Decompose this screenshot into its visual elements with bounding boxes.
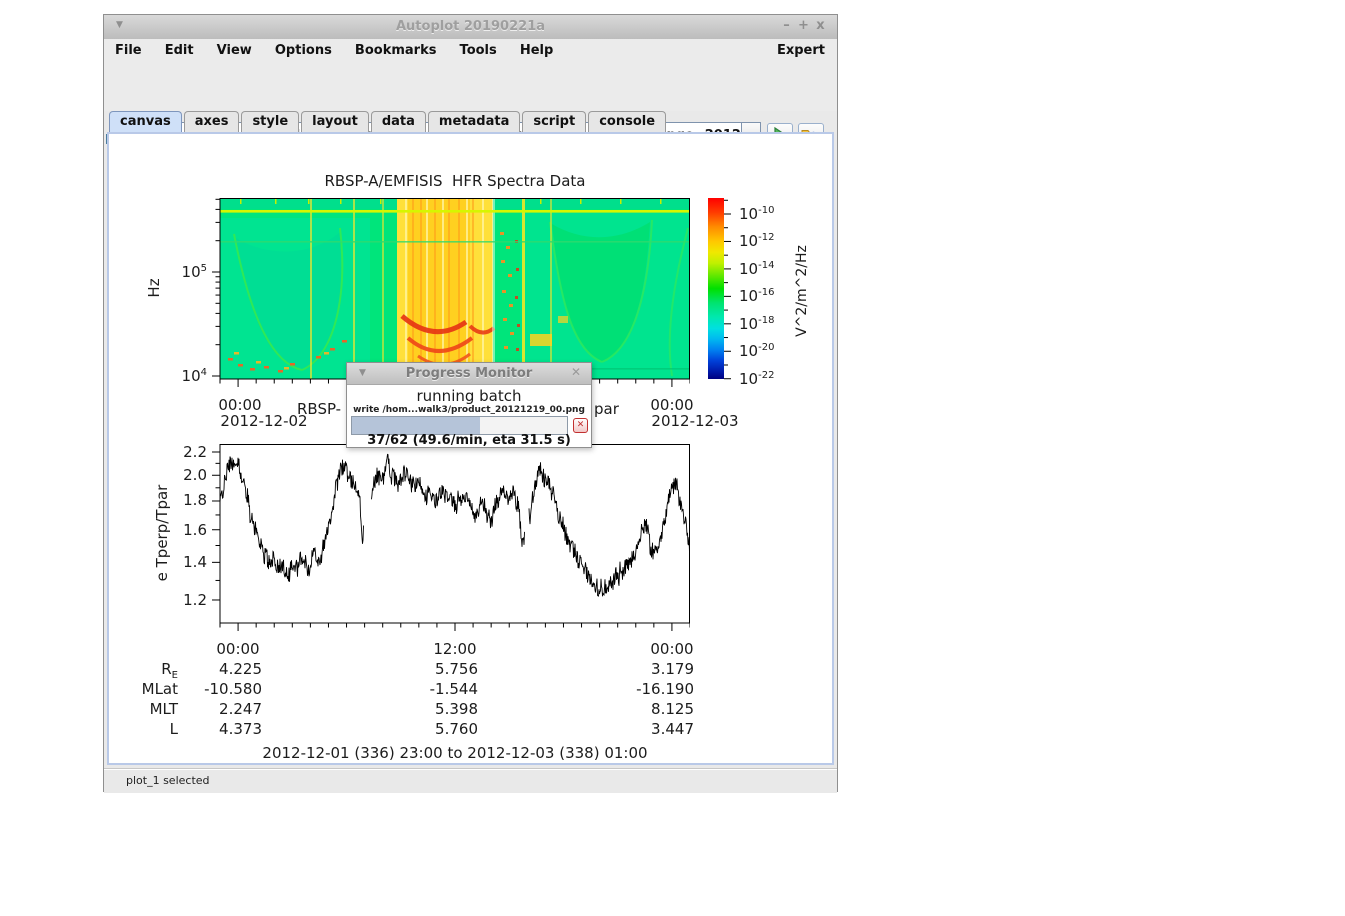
- tab-strip: canvasaxesstylelayoutdatametadatascriptc…: [104, 111, 837, 132]
- colorbar-tick-5: 10-20: [739, 342, 774, 360]
- status-bar: plot_1 selected: [104, 768, 837, 793]
- plot2-title-fragment-left: RBSP-: [297, 400, 341, 418]
- tab-console[interactable]: console: [588, 111, 666, 132]
- menu-tools[interactable]: Tools: [451, 39, 506, 62]
- maximize-button[interactable]: +: [795, 18, 812, 33]
- ephem-mlat-1: -10.580: [172, 680, 262, 698]
- spectrogram-ytick-1e5: 105: [167, 263, 207, 281]
- close-button[interactable]: x: [812, 18, 829, 33]
- tperp-tpar-trace: [220, 454, 690, 596]
- colorbar-tick-4: 10-18: [739, 315, 774, 333]
- colorbar-tick-3: 10-16: [739, 287, 774, 305]
- menu-edit[interactable]: Edit: [156, 39, 203, 62]
- ephem-re-3: 3.179: [604, 660, 694, 678]
- colorbar-tick-6: 10-22: [739, 370, 774, 388]
- progress-bar-fill: [352, 417, 480, 434]
- tab-style[interactable]: style: [241, 111, 299, 132]
- progress-task-label: running batch: [347, 387, 591, 405]
- spectrogram-image: [220, 198, 690, 379]
- ephem-mlt-1: 2.247: [172, 700, 262, 718]
- status-message: plot_1 selected: [126, 774, 210, 787]
- tab-data[interactable]: data: [371, 111, 426, 132]
- colorbar-ticks: [724, 200, 731, 378]
- ephem-l-2: 5.760: [388, 720, 478, 738]
- time-range-label: 2012-12-01 (336) 23:00 to 2012-12-03 (33…: [255, 744, 655, 762]
- spectrogram-ylabel: Hz: [146, 273, 162, 303]
- ts-ytick-5: 1.2: [167, 591, 207, 609]
- minimize-button[interactable]: –: [778, 18, 795, 33]
- spec-xdate-right: 2012-12-03: [643, 412, 747, 430]
- timeseries-plot[interactable]: [208, 444, 690, 636]
- tab-script[interactable]: script: [522, 111, 586, 132]
- tab-canvas[interactable]: canvas: [109, 111, 182, 132]
- ephem-l-1: 4.373: [172, 720, 262, 738]
- ts-ytick-2: 1.8: [167, 491, 207, 509]
- window-title: Autoplot 20190221a: [104, 19, 837, 34]
- tab-axes[interactable]: axes: [184, 111, 240, 132]
- dialog-close-icon[interactable]: ✕: [571, 365, 581, 379]
- uri-toolbar: a_rel04_ect-hope-mom-l3_$Y$m$d_v$(v,sep)…: [104, 62, 837, 111]
- ts-ytick-0: 2.2: [167, 443, 207, 461]
- expert-menu[interactable]: Expert: [771, 39, 831, 62]
- colorbar-label: V^2/m^2/Hz: [794, 236, 810, 346]
- progress-monitor-dialog[interactable]: ▼ Progress Monitor ✕ running batch write…: [346, 362, 592, 448]
- menu-options[interactable]: Options: [266, 39, 341, 62]
- colorbar-tick-2: 10-14: [739, 260, 774, 278]
- menu-file[interactable]: File: [106, 39, 151, 62]
- timeseries-frame: [220, 445, 690, 624]
- plot2-title-fragment-right: par: [594, 400, 619, 418]
- ephem-mlt-2: 5.398: [388, 700, 478, 718]
- progress-status-label: 37/62 (49.6/min, eta 31.5 s): [347, 433, 591, 448]
- colorbar-tick-0: 10-10: [739, 205, 774, 223]
- menu-help[interactable]: Help: [511, 39, 562, 62]
- tab-metadata[interactable]: metadata: [428, 111, 520, 132]
- progress-detail-label: write /hom...walk3/product_20121219_00.p…: [347, 405, 591, 415]
- ephem-label-re: RE: [118, 660, 178, 681]
- ephem-label-l: L: [118, 720, 178, 738]
- dialog-title-bar[interactable]: ▼ Progress Monitor ✕: [347, 363, 591, 385]
- ts-ytick-1: 2.0: [167, 466, 207, 484]
- title-bar[interactable]: ▼ Autoplot 20190221a –+x: [104, 15, 837, 40]
- colorbar-gradient: [708, 198, 724, 379]
- ephem-re-2: 5.756: [388, 660, 478, 678]
- spectrogram-title: RBSP-A/EMFISIS HFR Spectra Data: [255, 172, 655, 190]
- ephem-l-3: 3.447: [604, 720, 694, 738]
- ephem-label-mlt: MLT: [118, 700, 178, 718]
- colorbar[interactable]: [703, 198, 737, 388]
- stop-button[interactable]: ✕: [573, 418, 588, 433]
- tab-layout[interactable]: layout: [301, 111, 369, 132]
- ts-ytick-4: 1.4: [167, 553, 207, 571]
- timeseries-axis-ticks: [212, 452, 690, 631]
- menu-view[interactable]: View: [208, 39, 261, 62]
- ts-xtick-1: 12:00: [431, 640, 479, 658]
- desktop: ▼ Autoplot 20190221a –+x File Edit View …: [0, 0, 1345, 916]
- colorbar-tick-1: 10-12: [739, 232, 774, 250]
- ephem-label-mlat: MLat: [118, 680, 178, 698]
- menu-bar: File Edit View Options Bookmarks Tools H…: [104, 39, 837, 62]
- ts-xtick-2: 00:00: [648, 640, 696, 658]
- ephem-mlat-2: -1.544: [388, 680, 478, 698]
- ts-xtick-0: 00:00: [214, 640, 262, 658]
- spectrogram-ytick-1e4: 104: [167, 367, 207, 385]
- dialog-title: Progress Monitor: [347, 366, 591, 381]
- ephem-re-1: 4.225: [172, 660, 262, 678]
- plot-canvas[interactable]: RBSP-A/EMFISIS HFR Spectra Data: [107, 132, 834, 765]
- ephem-mlat-3: -16.190: [604, 680, 694, 698]
- menu-bookmarks[interactable]: Bookmarks: [346, 39, 446, 62]
- ephem-mlt-3: 8.125: [604, 700, 694, 718]
- ts-ytick-3: 1.6: [167, 521, 207, 539]
